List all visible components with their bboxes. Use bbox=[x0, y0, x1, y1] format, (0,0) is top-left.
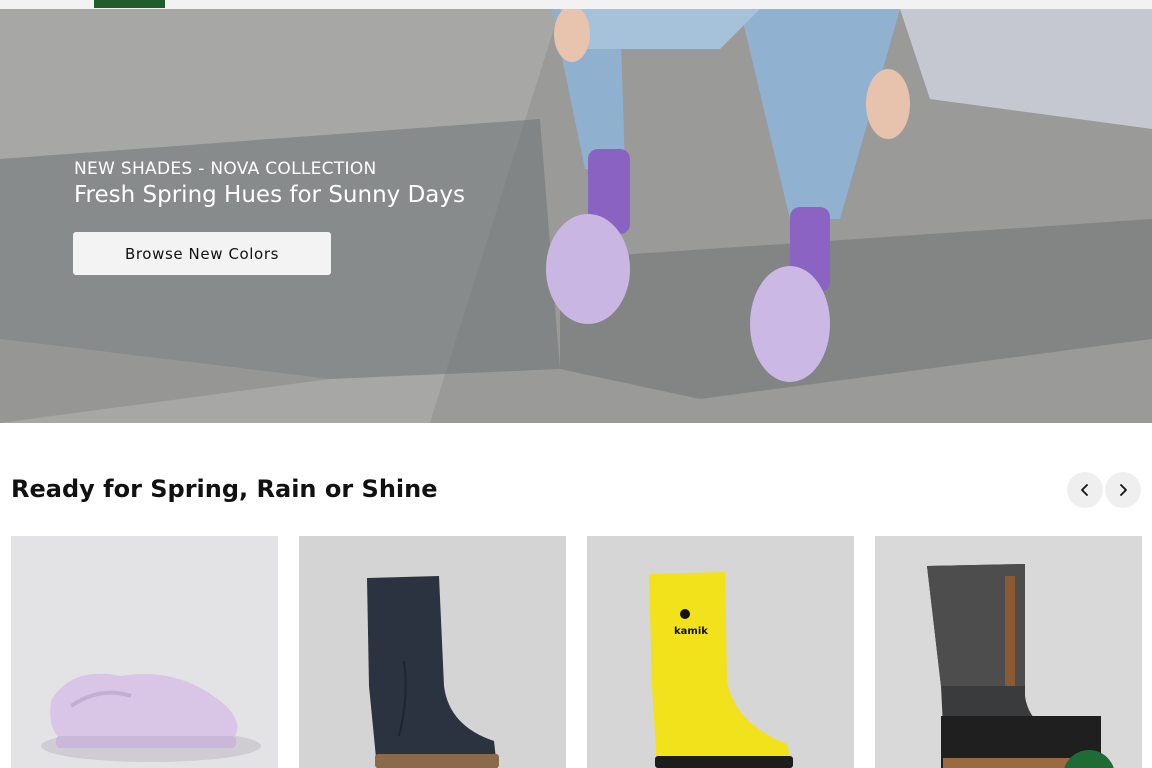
product-card[interactable]: kamik bbox=[587, 536, 854, 768]
carousel-next-button[interactable] bbox=[1105, 472, 1141, 508]
product-image-lavender-clog bbox=[41, 673, 261, 762]
hero-image bbox=[0, 9, 1152, 423]
product-image-black-quilted-boot bbox=[927, 564, 1114, 768]
carousel-prev-button[interactable] bbox=[1067, 472, 1103, 508]
top-nav-bar bbox=[0, 0, 1152, 9]
product-card[interactable] bbox=[11, 536, 278, 768]
hero-eyebrow: NEW SHADES - NOVA COLLECTION bbox=[74, 159, 377, 179]
product-card[interactable] bbox=[299, 536, 566, 768]
hero-headline: Fresh Spring Hues for Sunny Days bbox=[74, 182, 465, 208]
chevron-left-icon bbox=[1081, 484, 1088, 496]
product-card[interactable] bbox=[875, 536, 1142, 768]
active-nav-tab[interactable] bbox=[94, 0, 165, 8]
product-image-yellow-rain-boot: kamik bbox=[649, 572, 793, 768]
chevron-right-icon bbox=[1120, 484, 1127, 496]
product-image-navy-rain-boot bbox=[367, 576, 499, 768]
browse-new-colors-button[interactable]: Browse New Colors bbox=[73, 232, 331, 275]
hero-banner: NEW SHADES - NOVA COLLECTION Fresh Sprin… bbox=[0, 9, 1152, 423]
section-title: Ready for Spring, Rain or Shine bbox=[11, 475, 438, 503]
kamik-logo: kamik bbox=[674, 626, 708, 637]
